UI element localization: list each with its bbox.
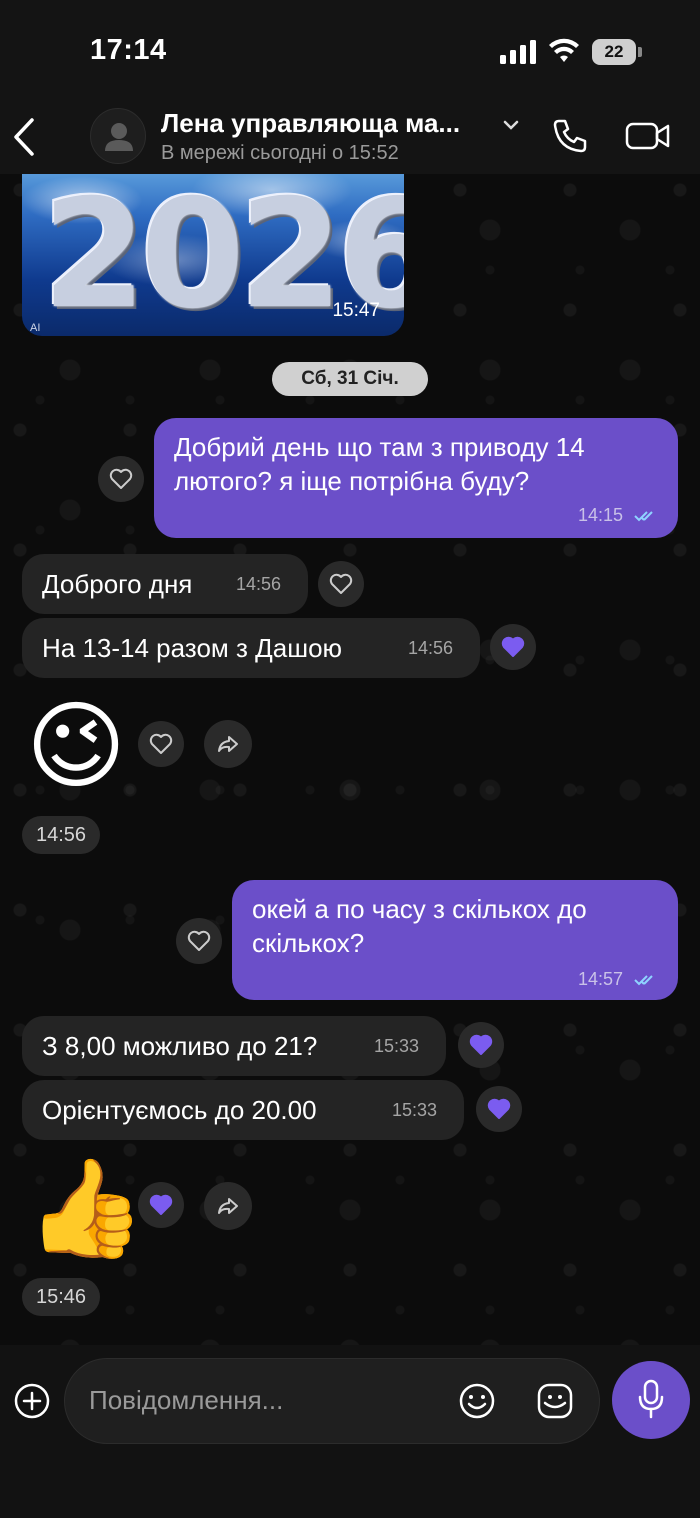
message-time: 14:56 [408, 638, 454, 658]
heart-icon [149, 733, 173, 754]
signal-icon [500, 40, 538, 64]
message-input-placeholder: Повідомлення... [89, 1385, 284, 1415]
like-button[interactable] [138, 1182, 184, 1228]
message-time: 14:15 [577, 505, 623, 525]
message-incoming[interactable]: Орієнтуємось до 20.00 15:33 [22, 1080, 464, 1140]
heart-icon [109, 468, 133, 489]
message-text: окей а по часу з скількох до скількох? [252, 894, 587, 958]
like-button[interactable] [138, 721, 184, 767]
contact-status: В мережі сьогодні о 15:52 [161, 142, 399, 164]
read-check-icon [634, 511, 653, 522]
mic-icon [638, 1379, 664, 1419]
like-button[interactable] [458, 1022, 504, 1068]
message-incoming[interactable]: На 13-14 разом з Дашою 14:56 [22, 618, 480, 678]
message-outgoing[interactable]: Добрий день що там з приводу 14 лютого? … [154, 418, 678, 538]
battery-level: 22 [592, 39, 636, 65]
chat-header-front: Лена управляюща ма... В мережі сьогодні … [0, 100, 700, 174]
share-icon [218, 736, 238, 752]
heart-icon [501, 636, 525, 657]
message-time: 14:56 [236, 574, 282, 594]
message-text: Добрий день що там з приводу 14 лютого? … [174, 432, 585, 496]
date-separator: Сб, 31 Січ. [272, 362, 428, 396]
status-time: 17:14 [90, 34, 167, 66]
share-button[interactable] [204, 1182, 252, 1230]
message-text: З 8,00 можливо до 21? [42, 1031, 318, 1061]
heart-icon [487, 1098, 511, 1119]
share-icon [218, 1198, 238, 1214]
mic-button[interactable] [612, 1361, 690, 1439]
battery-icon: 22 [592, 39, 642, 65]
heart-icon [329, 573, 353, 594]
avatar-icon [105, 123, 133, 151]
message-input[interactable]: Повідомлення... [64, 1358, 600, 1444]
message-incoming[interactable]: Доброго дня 14:56 [22, 554, 308, 614]
avatar[interactable] [90, 108, 146, 164]
heart-icon [187, 930, 211, 951]
contact-name[interactable]: Лена управляюща ма... [161, 108, 460, 139]
message-meta: 14:15 [578, 504, 660, 526]
status-bar: 17:14 22 [0, 0, 700, 100]
heart-icon [149, 1194, 173, 1215]
message-time: 14:57 [577, 969, 623, 989]
like-button[interactable] [490, 624, 536, 670]
heart-icon [469, 1034, 493, 1055]
plus-icon[interactable] [14, 1383, 50, 1419]
emoji-message[interactable]: 😉 [26, 696, 126, 796]
like-button[interactable] [318, 561, 364, 607]
message-incoming[interactable]: З 8,00 можливо до 21? 15:33 [22, 1016, 446, 1076]
phone-icon[interactable] [550, 116, 590, 156]
image-watermark: AI [30, 322, 41, 334]
message-text: Доброго дня [42, 569, 193, 599]
message-time: 14:56 [22, 816, 101, 854]
message-time: 15:33 [392, 1100, 438, 1120]
input-bar: Повідомлення... [0, 1345, 700, 1518]
image-message[interactable]: 2026 15:47 AI [22, 150, 404, 336]
like-button[interactable] [98, 456, 144, 502]
message-text: На 13-14 разом з Дашою [42, 633, 343, 663]
like-button[interactable] [176, 918, 222, 964]
wifi-icon [549, 38, 579, 62]
share-button[interactable] [204, 720, 252, 768]
image-time: 15:47 [332, 300, 380, 321]
message-text: Орієнтуємось до 20.00 [42, 1095, 317, 1125]
message-time: 15:46 [22, 1278, 101, 1316]
message-meta: 14:57 [578, 968, 660, 990]
message-outgoing[interactable]: окей а по часу з скількох до скількох? 1… [232, 880, 678, 1000]
chevron-down-icon[interactable] [500, 114, 522, 136]
video-icon[interactable] [624, 116, 672, 156]
read-check-icon [634, 975, 653, 986]
like-button[interactable] [476, 1086, 522, 1132]
back-icon[interactable] [10, 114, 40, 160]
message-time: 15:33 [374, 1036, 420, 1056]
sticker-icon[interactable] [535, 1381, 575, 1421]
emoji-icon[interactable] [457, 1381, 497, 1421]
emoji-message[interactable]: 👍 [26, 1158, 146, 1258]
